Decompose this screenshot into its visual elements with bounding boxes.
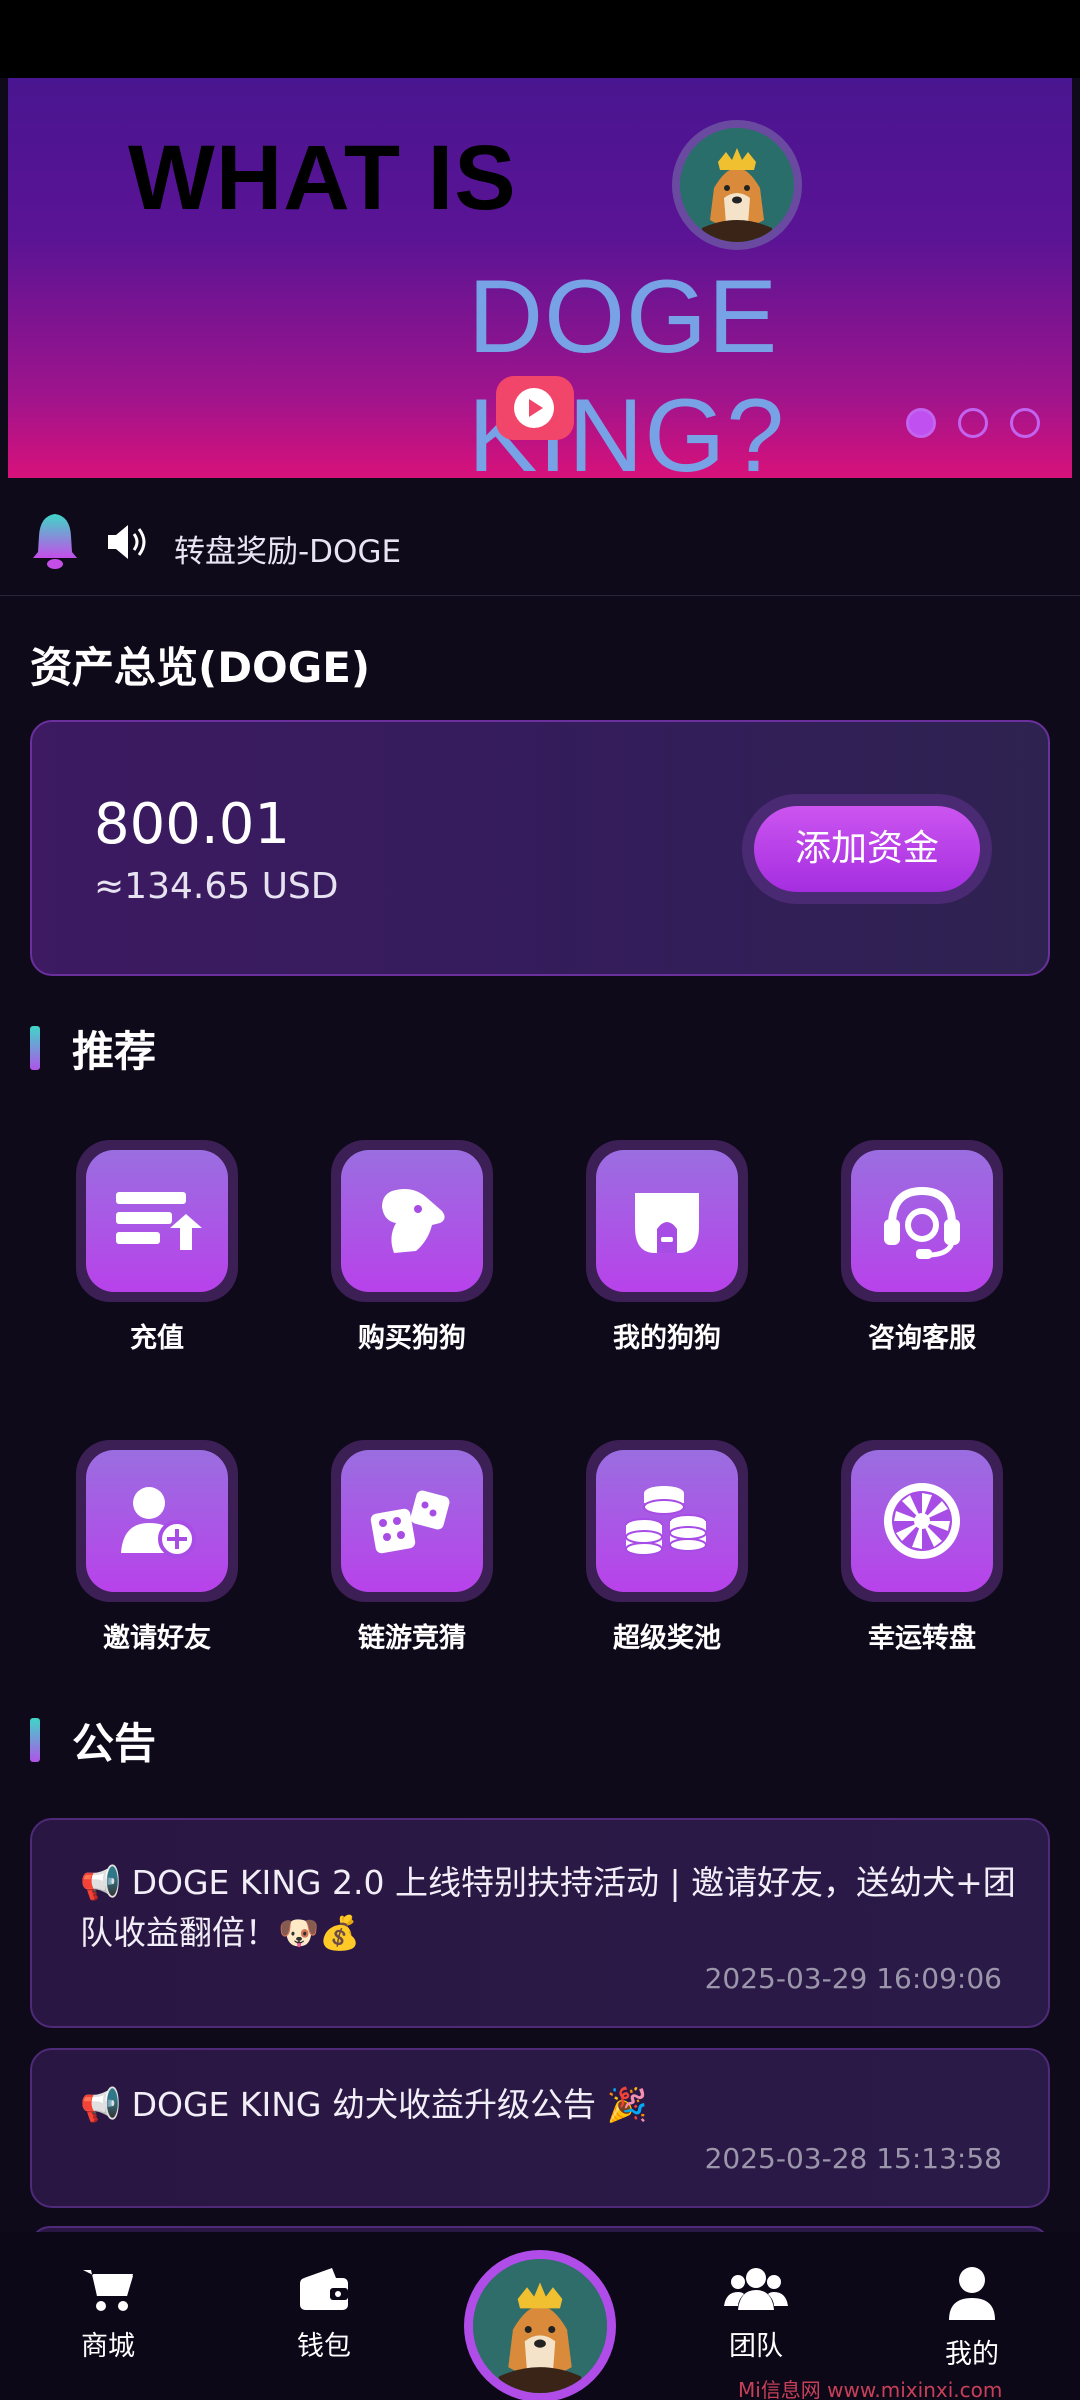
nav-label: 团队: [729, 2331, 783, 2362]
user-icon: [949, 2267, 995, 2320]
recommend-title: 推荐: [72, 1027, 157, 1076]
tile-label: 幸运转盘: [868, 1623, 976, 1654]
announcement-card[interactable]: 📢 DOGE KING 幼犬收益升级公告 🎉 2025-03-28 15:13:…: [30, 2048, 1050, 2208]
assets-title: 资产总览(DOGE): [30, 643, 371, 692]
tile-buy-dog[interactable]: 购买狗狗: [327, 1140, 497, 1355]
carousel-dot[interactable]: [958, 408, 988, 438]
recharge-icon: [116, 1192, 202, 1250]
notice-text: 转盘奖励-DOGE: [174, 534, 402, 570]
add-fund-button[interactable]: 添加资金: [754, 806, 980, 892]
nav-label: 钱包: [297, 2331, 351, 2362]
announcement-title: 公告: [72, 1719, 157, 1768]
announcement-text: 📢 DOGE KING 2.0 上线特别扶持活动 | 邀请好友，送幼犬+团队收益…: [80, 1863, 1016, 1952]
carousel-dot[interactable]: [1010, 408, 1040, 438]
tile-support[interactable]: 咨询客服: [837, 1140, 1007, 1355]
tile-label: 咨询客服: [868, 1323, 976, 1354]
tile-label: 充值: [130, 1323, 184, 1354]
tile-dice-game[interactable]: 链游竞猜: [327, 1440, 497, 1655]
announcement-time: 2025-03-29 16:09:06: [704, 1962, 1002, 1995]
announcement-card[interactable]: 📢 DOGE KING 2.0 上线特别扶持活动 | 邀请好友，送幼犬+团队收益…: [30, 1818, 1050, 2028]
play-icon: [514, 388, 554, 428]
asset-card: 800.01 ≈134.65 USD 添加资金: [30, 720, 1050, 976]
play-button[interactable]: [496, 376, 574, 440]
tile-label: 购买狗狗: [358, 1323, 466, 1354]
tile-my-dogs[interactable]: 我的狗狗: [582, 1140, 752, 1355]
section-accent-bar: [30, 1718, 40, 1762]
coins-icon: [625, 1486, 707, 1556]
doge-king-avatar-icon: [473, 2259, 607, 2393]
tile-jackpot[interactable]: 超级奖池: [582, 1440, 752, 1655]
section-accent-bar: [30, 1026, 40, 1070]
nav-shop[interactable]: 商城: [38, 2266, 178, 2363]
tile-label: 我的狗狗: [613, 1323, 721, 1354]
carousel-dot[interactable]: [906, 408, 936, 438]
status-bar: [0, 0, 1080, 78]
balance-usd: ≈134.65 USD: [94, 866, 339, 907]
tile-label: 链游竞猜: [358, 1623, 466, 1654]
dog-head-icon: [382, 1189, 445, 1253]
doge-king-avatar-icon: [672, 120, 802, 250]
dice-icon: [370, 1490, 450, 1554]
banner-title-line2: DOGE KING?: [468, 259, 786, 478]
tile-lucky-wheel[interactable]: 幸运转盘: [837, 1440, 1007, 1655]
balance-value: 800.01: [94, 792, 290, 857]
promo-banner[interactable]: WHAT IS DOGE KING?: [8, 78, 1072, 478]
tile-invite[interactable]: 邀请好友: [72, 1440, 242, 1655]
nav-label: 商城: [81, 2331, 135, 2362]
announcement-time: 2025-03-28 15:13:58: [704, 2142, 1002, 2175]
cart-icon: [83, 2270, 133, 2311]
wheel-icon: [884, 1483, 960, 1559]
wallet-icon: [300, 2268, 348, 2310]
add-user-icon: [121, 1487, 196, 1558]
carousel-dots: [906, 408, 1040, 438]
headset-icon: [884, 1186, 960, 1259]
nav-me[interactable]: 我的: [902, 2266, 1042, 2371]
nav-team[interactable]: 团队: [686, 2266, 826, 2363]
speaker-icon: [108, 525, 146, 559]
banner-title-line1: WHAT IS: [128, 127, 517, 229]
doghouse-icon: [635, 1193, 699, 1253]
notice-bar[interactable]: 转盘奖励-DOGE: [0, 500, 1080, 596]
nav-label: 我的: [945, 2339, 999, 2370]
add-fund-wrapper: 添加资金: [742, 794, 992, 904]
tile-recharge[interactable]: 充值: [72, 1140, 242, 1355]
announcement-text: 📢 DOGE KING 幼犬收益升级公告 🎉: [80, 2085, 648, 2124]
tile-label: 超级奖池: [613, 1623, 721, 1654]
tile-label: 邀请好友: [103, 1623, 211, 1654]
nav-wallet[interactable]: 钱包: [254, 2266, 394, 2363]
team-icon: [724, 2268, 788, 2310]
nav-home-avatar[interactable]: [464, 2250, 616, 2400]
watermark: Mi信息网 www.mixinxi.com: [738, 2378, 1003, 2400]
bell-icon: [33, 514, 77, 569]
